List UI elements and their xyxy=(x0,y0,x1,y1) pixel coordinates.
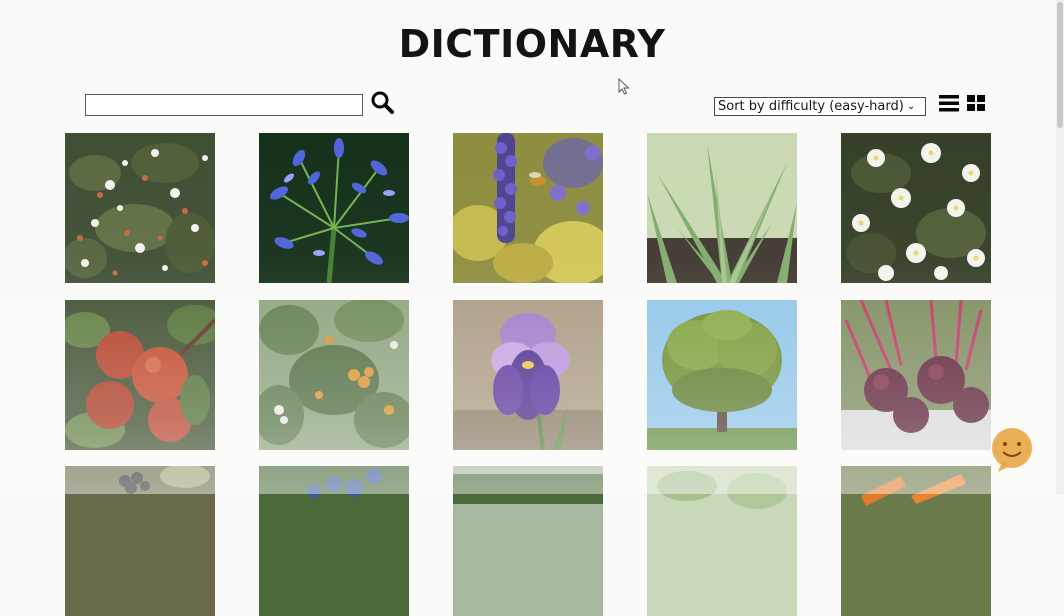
plant-image xyxy=(259,133,409,283)
plant-card[interactable] xyxy=(453,300,603,450)
plant-card[interactable] xyxy=(841,466,991,616)
plant-image xyxy=(65,133,215,283)
plant-image xyxy=(259,466,409,616)
plant-card[interactable] xyxy=(647,466,797,616)
search-icon xyxy=(371,91,394,114)
plant-card[interactable] xyxy=(647,300,797,450)
plant-image xyxy=(841,300,991,450)
plant-card[interactable] xyxy=(453,466,603,616)
scrollbar[interactable] xyxy=(1056,0,1064,494)
plant-image xyxy=(259,300,409,450)
plant-card[interactable] xyxy=(259,133,409,283)
sort-select-value: Sort by difficulty (easy-hard) xyxy=(718,99,904,114)
chat-assistant-icon[interactable] xyxy=(988,428,1036,472)
plant-image xyxy=(647,133,797,283)
plant-image xyxy=(453,133,603,283)
chevron-down-icon: ⌄ xyxy=(906,101,916,112)
page-title: DICTIONARY xyxy=(398,22,666,66)
plant-image xyxy=(841,133,991,283)
plant-card[interactable] xyxy=(453,133,603,283)
plant-card[interactable] xyxy=(259,466,409,616)
plant-card[interactable] xyxy=(65,133,215,283)
plant-image xyxy=(841,466,991,616)
plant-image xyxy=(647,466,797,616)
plant-image xyxy=(453,300,603,450)
scrollbar-thumb[interactable] xyxy=(1057,2,1063,128)
plant-image xyxy=(65,300,215,450)
plant-card[interactable] xyxy=(841,300,991,450)
mouse-cursor-icon xyxy=(618,78,630,95)
plant-image xyxy=(453,466,603,616)
search-input[interactable] xyxy=(85,94,363,116)
plant-card[interactable] xyxy=(65,300,215,450)
list-view-icon[interactable] xyxy=(938,94,960,112)
plant-card[interactable] xyxy=(647,133,797,283)
plant-card[interactable] xyxy=(65,466,215,616)
grid-view-icon[interactable] xyxy=(966,94,986,112)
plant-image xyxy=(647,300,797,450)
plant-card[interactable] xyxy=(841,133,991,283)
plant-image xyxy=(65,466,215,616)
search-button[interactable] xyxy=(368,88,396,116)
sort-select[interactable]: Sort by difficulty (easy-hard) ⌄ xyxy=(714,97,926,116)
plant-card[interactable] xyxy=(259,300,409,450)
